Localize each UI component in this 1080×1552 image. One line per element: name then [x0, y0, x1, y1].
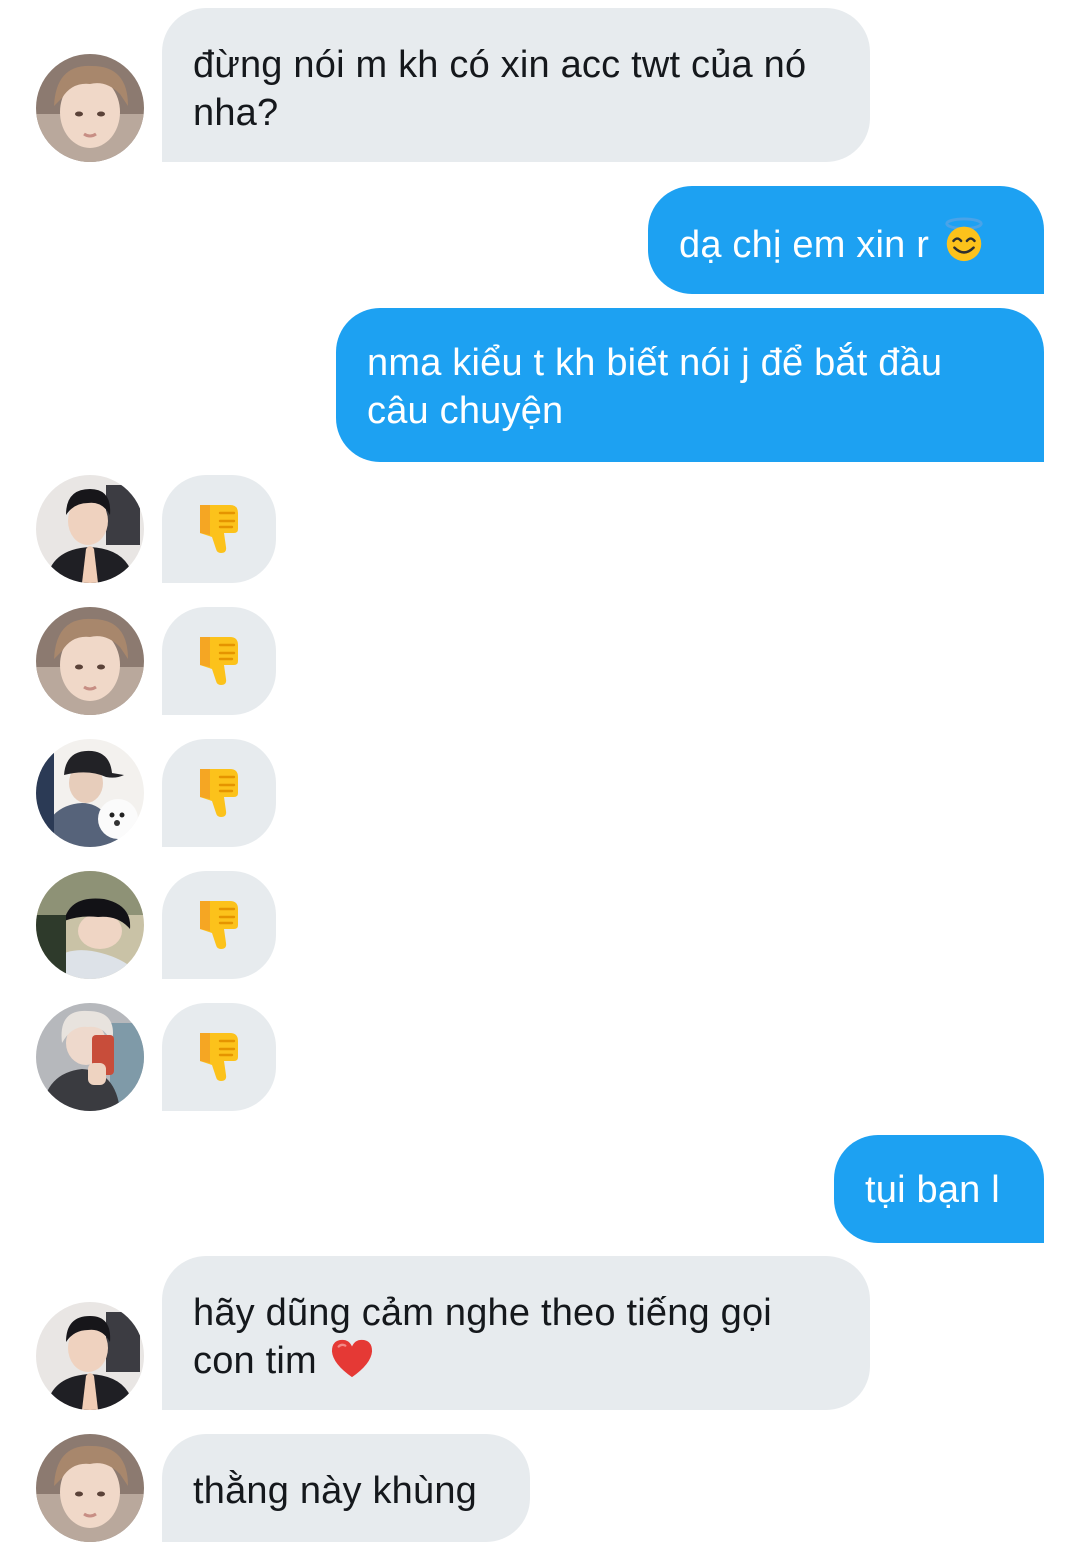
incoming-message[interactable]: [162, 871, 276, 979]
avatar-image: [36, 54, 144, 162]
avatar[interactable]: [36, 871, 144, 979]
avatar[interactable]: [36, 1302, 144, 1410]
avatar-image: [36, 1434, 144, 1542]
incoming-message[interactable]: đừng nói m kh có xin acc twt của nó nha?: [162, 8, 870, 162]
message-text: dạ chị em xin r: [679, 224, 930, 266]
message-thread: đừng nói m kh có xin acc twt của nó nha?…: [0, 0, 1080, 1552]
red-heart-icon: [329, 1337, 375, 1379]
message-text: tụi bạn l: [865, 1169, 1000, 1211]
outgoing-message[interactable]: dạ chị em xin r: [648, 186, 1044, 294]
message-text: nma kiểu t kh biết nói j để bắt đầu câu …: [367, 342, 943, 432]
incoming-message[interactable]: thằng này khùng: [162, 1434, 530, 1542]
incoming-message[interactable]: [162, 1003, 276, 1111]
incoming-message[interactable]: [162, 607, 276, 715]
thumbs-down-icon: [194, 767, 244, 819]
message-text: thằng này khùng: [193, 1470, 478, 1512]
avatar[interactable]: [36, 1003, 144, 1111]
avatar-image: [36, 475, 144, 583]
outgoing-message[interactable]: tụi bạn l: [834, 1135, 1044, 1243]
thumbs-down-icon: [194, 503, 244, 555]
avatar[interactable]: [36, 739, 144, 847]
avatar-image: [36, 739, 144, 847]
smiling-face-with-halo-icon: [941, 217, 987, 263]
incoming-message[interactable]: [162, 739, 276, 847]
avatar[interactable]: [36, 607, 144, 715]
avatar-image: [36, 607, 144, 715]
incoming-message[interactable]: hãy dũng cảm nghe theo tiếng gọi con tim: [162, 1256, 870, 1410]
thumbs-down-icon: [194, 635, 244, 687]
avatar-image: [36, 1003, 144, 1111]
message-text: đừng nói m kh có xin acc twt của nó nha?: [193, 44, 807, 134]
avatar[interactable]: [36, 1434, 144, 1542]
thumbs-down-icon: [194, 899, 244, 951]
outgoing-message[interactable]: nma kiểu t kh biết nói j để bắt đầu câu …: [336, 308, 1044, 462]
thumbs-down-icon: [194, 1031, 244, 1083]
avatar-image: [36, 871, 144, 979]
incoming-message[interactable]: [162, 475, 276, 583]
avatar[interactable]: [36, 54, 144, 162]
avatar[interactable]: [36, 475, 144, 583]
avatar-image: [36, 1302, 144, 1410]
message-text: hãy dũng cảm nghe theo tiếng gọi con tim: [193, 1292, 772, 1382]
